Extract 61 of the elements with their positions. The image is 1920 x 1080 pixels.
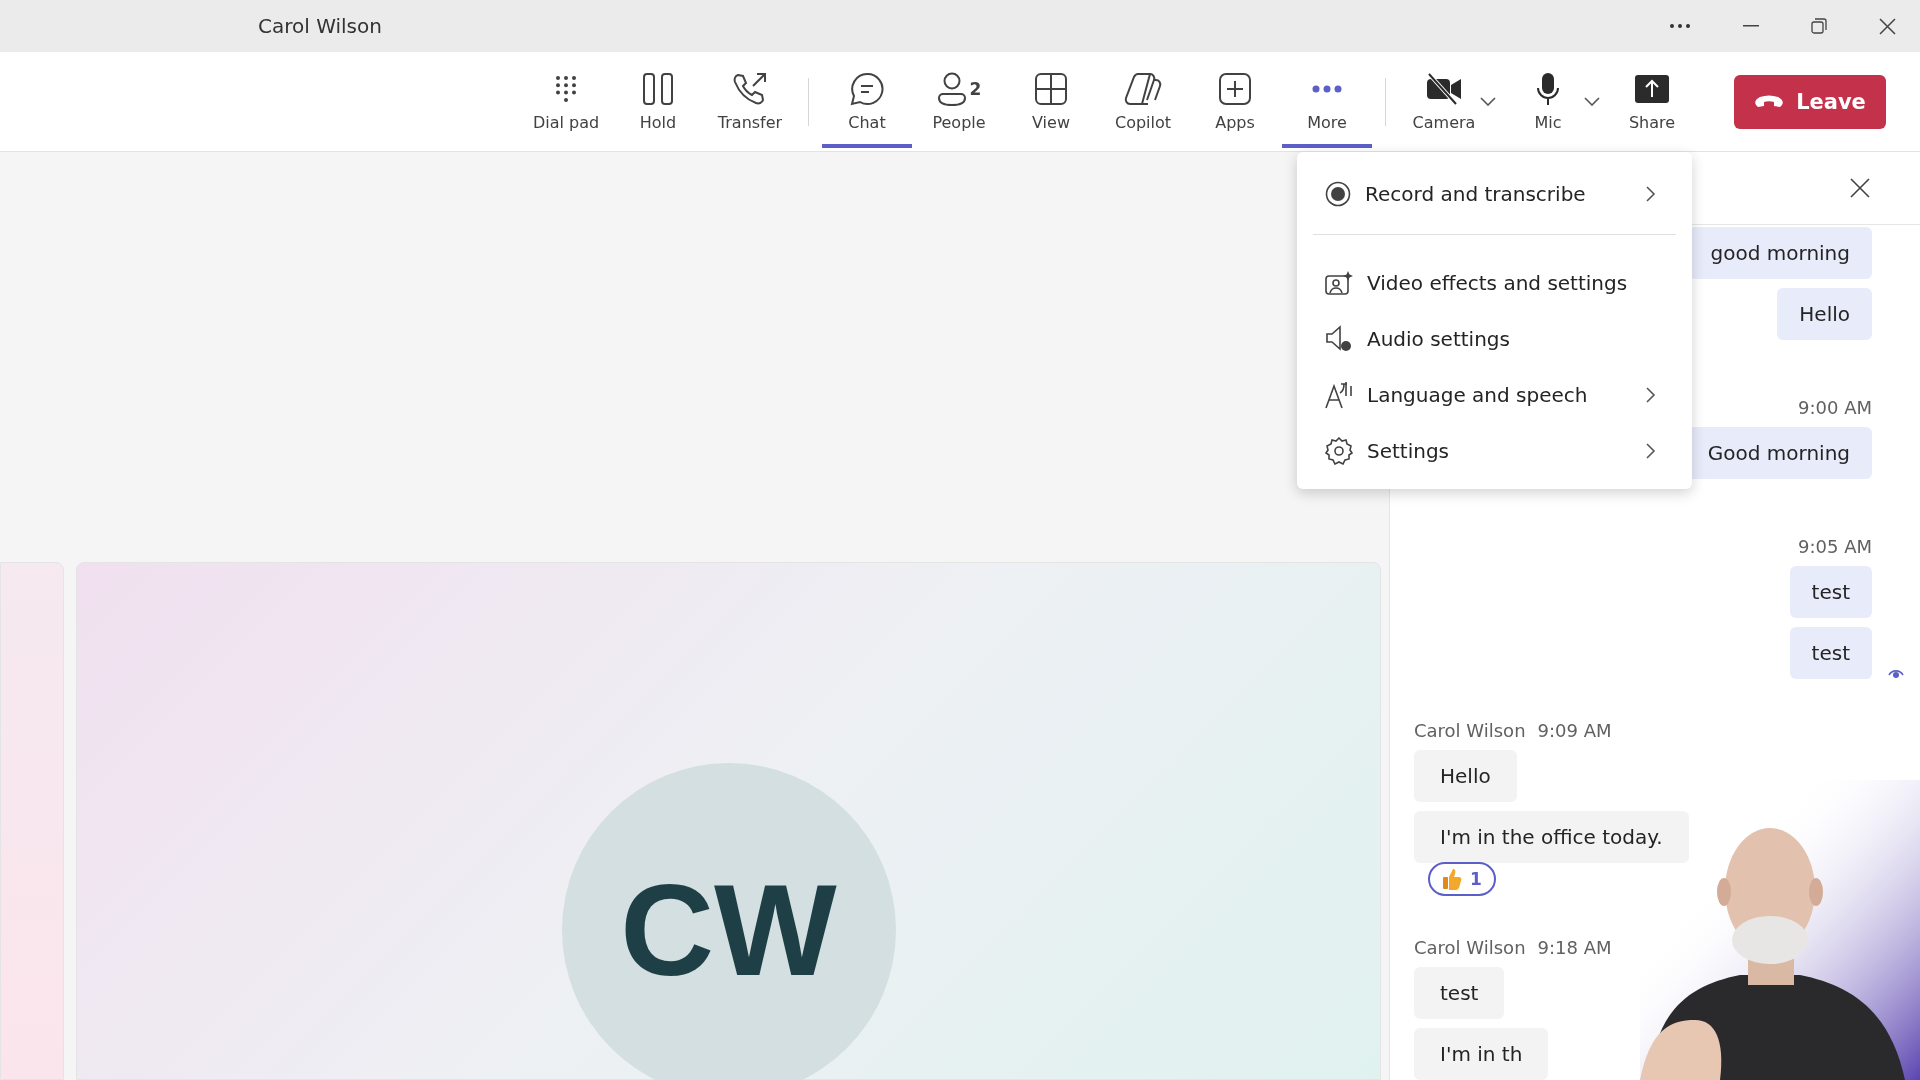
- menu-item[interactable]: Record and transcribe: [1297, 166, 1692, 222]
- message-bubble: test: [1789, 627, 1872, 679]
- hang-up-icon: [1754, 94, 1785, 109]
- chevron-right-icon: [1646, 387, 1656, 403]
- timestamp: 9:05 AM: [1798, 536, 1872, 557]
- chevron-down-icon[interactable]: [1584, 97, 1600, 106]
- toolbar-button[interactable]: 2 People: [914, 55, 1004, 148]
- toolbar-button[interactable]: Mic: [1503, 55, 1593, 148]
- text-language-icon: [1325, 381, 1353, 409]
- person-icon: [936, 72, 967, 106]
- participant-count: 2: [969, 79, 982, 99]
- toolbar-button[interactable]: Hold: [613, 55, 703, 148]
- toolbar-button[interactable]: Camera: [1399, 55, 1489, 148]
- close-icon[interactable]: [1850, 178, 1870, 198]
- record-icon: [1325, 181, 1351, 207]
- pause-icon: [643, 73, 673, 105]
- minimize-icon[interactable]: [1743, 25, 1759, 27]
- sender-name: Carol Wilson: [1414, 937, 1526, 958]
- menu-item[interactable]: Language and speech: [1297, 367, 1692, 423]
- toolbar-button[interactable]: Apps: [1190, 55, 1280, 148]
- toolbar-button[interactable]: View: [1006, 55, 1096, 148]
- timestamp: 9:18 AM: [1537, 937, 1612, 958]
- toolbar-button[interactable]: Dial pad: [521, 55, 611, 148]
- speaker-gear-icon: [1325, 325, 1353, 353]
- phone-arrow-icon: [732, 72, 768, 106]
- timestamp: 9:00 AM: [1798, 397, 1872, 418]
- chevron-right-icon: [1646, 443, 1656, 459]
- thumbs-up-icon: [1442, 868, 1462, 890]
- reaction-pill[interactable]: 1: [1428, 862, 1496, 896]
- settings-icon: [1325, 437, 1353, 465]
- person-sparkle-icon: [1325, 270, 1353, 296]
- message-bubble: I'm in th: [1414, 1028, 1549, 1080]
- chevron-down-icon[interactable]: [1480, 97, 1496, 106]
- restore-icon[interactable]: [1811, 18, 1827, 34]
- message-bubble: test: [1789, 566, 1872, 618]
- message-bubble: test: [1414, 967, 1505, 1019]
- window-title: Carol Wilson: [258, 14, 382, 38]
- plus-square-icon: [1219, 73, 1251, 105]
- toolbar-button[interactable]: More: [1282, 55, 1372, 148]
- message-bubble: Hello: [1777, 288, 1872, 340]
- avatar: CW: [561, 763, 896, 1080]
- toolbar-button[interactable]: Share: [1607, 55, 1697, 148]
- toolbar-button[interactable]: Transfer: [705, 55, 795, 148]
- copilot-icon: [1124, 72, 1162, 106]
- chat-bubble-icon: [850, 72, 884, 106]
- more-icon: [1312, 85, 1342, 93]
- video-camera-icon: [1426, 73, 1462, 105]
- menu-item[interactable]: Audio settings: [1297, 311, 1692, 367]
- close-icon[interactable]: [1879, 17, 1896, 35]
- more-options-icon[interactable]: [1669, 23, 1691, 29]
- leave-button[interactable]: Leave: [1734, 74, 1886, 129]
- message-bubble: Hello: [1414, 750, 1517, 802]
- dial-pad-icon: [555, 75, 577, 103]
- grid-icon: [1035, 73, 1067, 105]
- timestamp: 9:09 AM: [1537, 720, 1612, 741]
- reaction-count: 1: [1470, 869, 1482, 889]
- chevron-right-icon: [1646, 186, 1656, 202]
- sender-name: Carol Wilson: [1414, 720, 1526, 741]
- toolbar-button[interactable]: Chat: [822, 55, 912, 148]
- microphone-icon: [1536, 72, 1560, 106]
- toolbar-button[interactable]: Copilot: [1098, 55, 1188, 148]
